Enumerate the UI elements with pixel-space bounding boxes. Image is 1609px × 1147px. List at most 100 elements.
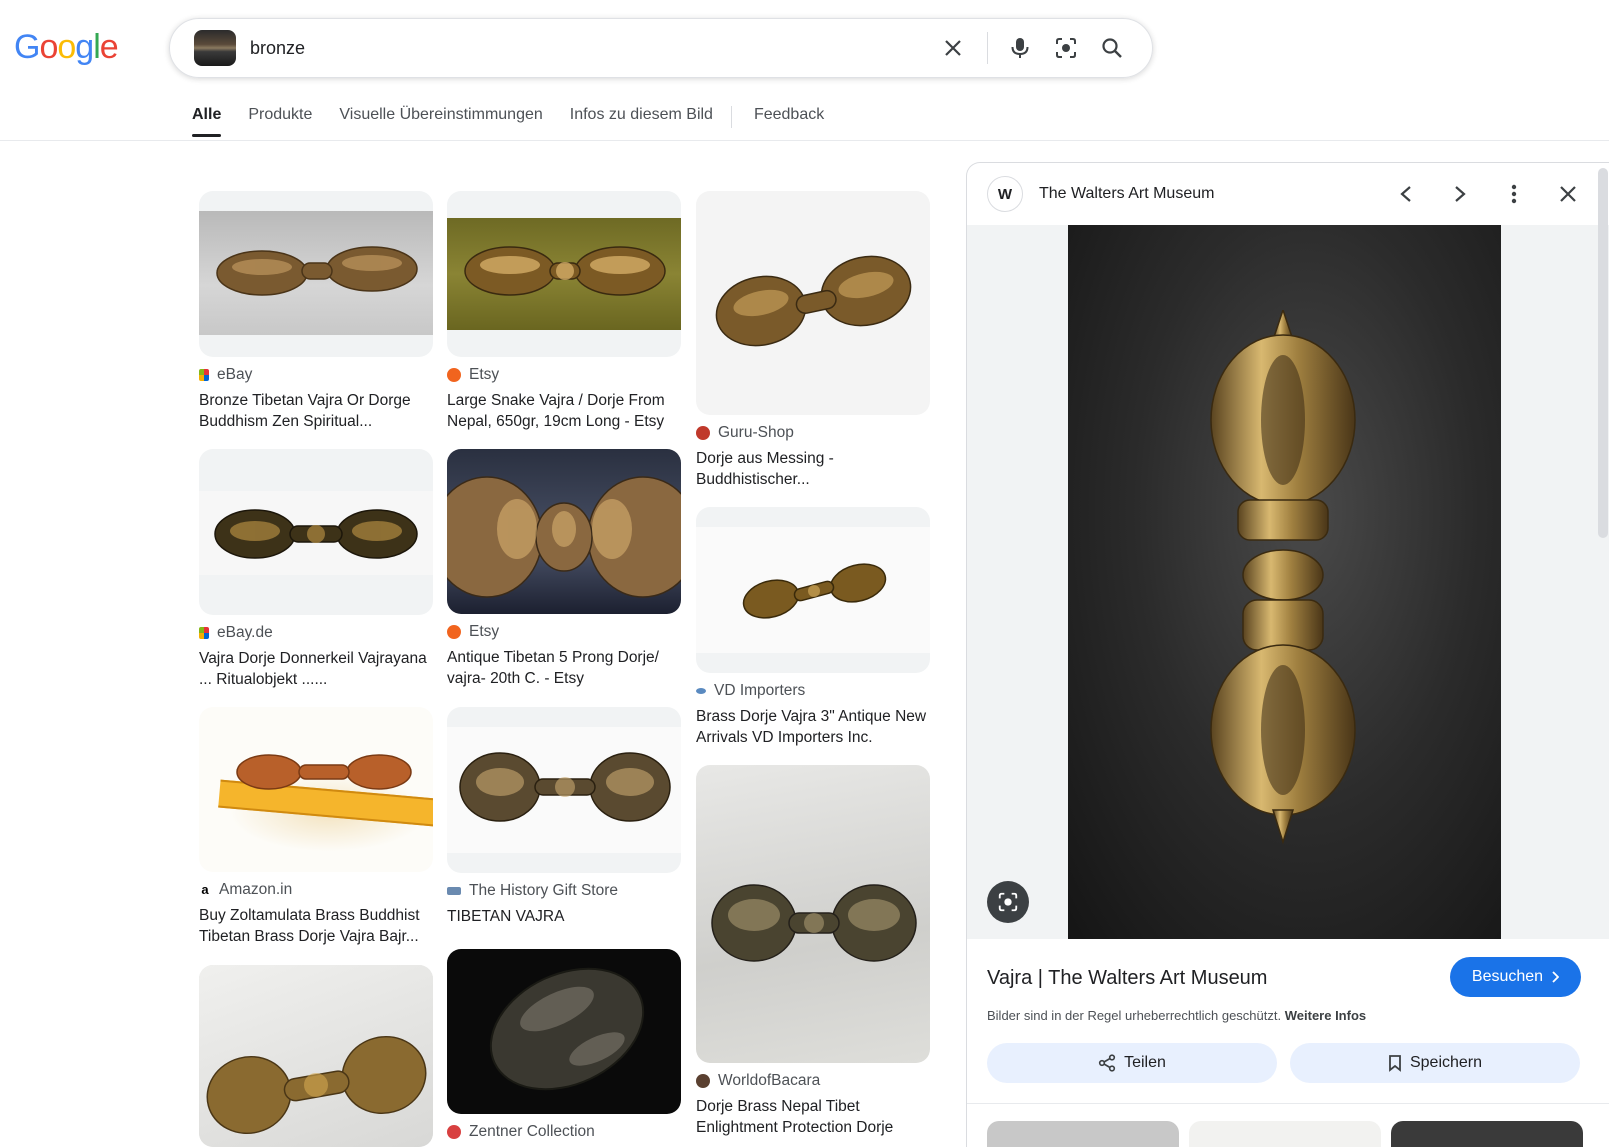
result-card[interactable]: Etsy Antique Tibetan 5 Prong Dorje/ vajr… (447, 449, 681, 689)
ebay-favicon (199, 627, 209, 639)
logo-letter: e (99, 28, 119, 66)
next-icon[interactable] (1433, 174, 1487, 214)
result-title[interactable]: Brass Dorje Vajra 3" Antique New Arrival… (696, 707, 930, 748)
logo-letter: o (39, 28, 58, 66)
preview-image[interactable] (1068, 225, 1501, 939)
divider (987, 32, 988, 64)
close-icon[interactable] (1541, 174, 1595, 214)
clear-icon[interactable] (931, 26, 975, 70)
tab-feedback[interactable]: Feedback (754, 106, 824, 137)
result-source[interactable]: Etsy (469, 623, 499, 641)
vd-importers-favicon (696, 688, 706, 694)
result-image[interactable] (199, 707, 433, 872)
related-thumbnail[interactable] (1391, 1121, 1583, 1147)
tab-about-image[interactable]: Infos zu diesem Bild (570, 106, 713, 137)
logo-letter: g (75, 28, 94, 66)
result-card[interactable]: eBay Bronze Tibetan Vajra Or Dorge Buddh… (199, 191, 433, 432)
result-image[interactable] (199, 965, 433, 1147)
tab-visual-matches[interactable]: Visuelle Übereinstimmungen (339, 106, 542, 137)
search-tabs: Alle Produkte Visuelle Übereinstimmungen… (192, 106, 851, 137)
visit-button[interactable]: Besuchen (1450, 957, 1581, 997)
ebay-favicon (199, 369, 209, 381)
result-source[interactable]: eBay (217, 366, 252, 384)
result-title[interactable]: TIBETAN VAJRA (447, 907, 681, 928)
tab-all[interactable]: Alle (192, 106, 222, 137)
result-source[interactable]: Etsy (469, 366, 499, 384)
site-favicon: W (987, 176, 1023, 212)
lens-camera-icon[interactable] (1044, 26, 1088, 70)
google-logo[interactable]: Google (14, 28, 119, 67)
result-card[interactable]: a Amazon.in Buy Zoltamulata Brass Buddhis… (199, 707, 433, 947)
result-image[interactable] (447, 707, 681, 873)
copyright-text: Bilder sind in der Regel urheberrechtlic… (987, 1008, 1282, 1023)
search-input[interactable]: bronze (250, 38, 931, 59)
divider (967, 1103, 1609, 1104)
result-title[interactable]: Antique Tibetan 5 Prong Dorje/ vajra- 20… (447, 648, 681, 689)
image-preview-panel: W The Walters Art Museum Vajra | The Wal… (966, 162, 1609, 1147)
logo-letter: o (57, 28, 76, 66)
result-image[interactable] (199, 449, 433, 615)
etsy-favicon (447, 625, 461, 639)
result-title[interactable]: Vajra Dorje Donnerkeil Vajrayana ... Rit… (199, 649, 433, 690)
result-source[interactable]: The History Gift Store (469, 882, 618, 900)
result-card[interactable]: The History Gift Store TIBETAN VAJRA (447, 707, 681, 928)
result-image[interactable] (696, 191, 930, 415)
share-icon (1098, 1054, 1116, 1072)
divider (730, 106, 732, 128)
header-divider (0, 140, 1609, 141)
result-source[interactable]: VD Importers (714, 682, 805, 700)
tab-products[interactable]: Produkte (248, 106, 312, 137)
result-title[interactable]: Dorje Brass Nepal Tibet Enlightment Prot… (696, 1097, 930, 1138)
preview-title[interactable]: Vajra | The Walters Art Museum (987, 967, 1267, 990)
more-info-link[interactable]: Weitere Infos (1285, 1008, 1366, 1023)
result-card[interactable]: Etsy Large Snake Vajra / Dorje From Nepa… (447, 191, 681, 432)
guru-shop-favicon (696, 426, 710, 440)
microphone-icon[interactable] (998, 26, 1042, 70)
zentner-favicon (447, 1125, 461, 1139)
scrollbar[interactable] (1598, 168, 1608, 538)
result-title[interactable]: Buy Zoltamulata Brass Buddhist Tibetan B… (199, 906, 433, 947)
result-card[interactable]: Zentner Collection (447, 949, 681, 1142)
worldofbacara-favicon (696, 1074, 710, 1088)
share-button[interactable]: Teilen (987, 1043, 1277, 1083)
result-title[interactable]: Bronze Tibetan Vajra Or Dorge Buddhism Z… (199, 391, 433, 432)
result-image[interactable] (696, 507, 930, 673)
copyright-notice: Bilder sind in der Regel urheberrechtlic… (987, 1008, 1366, 1023)
result-card[interactable]: Guru-Shop Dorje aus Messing - Buddhistis… (696, 191, 930, 490)
save-button[interactable]: Speichern (1290, 1043, 1580, 1083)
result-image[interactable] (696, 765, 930, 1063)
result-card[interactable]: WorldofBacara Dorje Brass Nepal Tibet En… (696, 765, 930, 1138)
result-source[interactable]: Zentner Collection (469, 1123, 595, 1141)
etsy-favicon (447, 368, 461, 382)
bookmark-icon (1389, 1055, 1401, 1072)
share-label: Teilen (1124, 1054, 1166, 1071)
result-card[interactable] (199, 965, 433, 1147)
related-thumbnail[interactable] (1189, 1121, 1381, 1147)
save-label: Speichern (1409, 1054, 1483, 1071)
lens-search-icon[interactable] (987, 881, 1029, 923)
result-card[interactable]: VD Importers Brass Dorje Vajra 3" Antiqu… (696, 507, 930, 748)
result-source[interactable]: eBay.de (217, 624, 273, 642)
result-card[interactable]: eBay.de Vajra Dorje Donnerkeil Vajrayana… (199, 449, 433, 690)
result-image[interactable] (447, 949, 681, 1114)
chevron-right-icon (1552, 971, 1560, 983)
result-source[interactable]: Guru-Shop (718, 424, 794, 442)
search-box[interactable]: bronze (169, 18, 1153, 78)
result-source[interactable]: WorldofBacara (718, 1072, 820, 1090)
result-image[interactable] (199, 191, 433, 357)
previous-icon[interactable] (1379, 174, 1433, 214)
amazon-favicon: a (199, 883, 211, 897)
result-title[interactable]: Large Snake Vajra / Dorje From Nepal, 65… (447, 391, 681, 432)
result-source[interactable]: Amazon.in (219, 881, 292, 899)
more-options-icon[interactable] (1487, 174, 1541, 214)
result-title[interactable]: Dorje aus Messing - Buddhistischer... (696, 449, 930, 490)
history-gift-store-favicon (447, 887, 461, 895)
search-icon[interactable] (1090, 26, 1134, 70)
result-image[interactable] (447, 191, 681, 357)
site-name[interactable]: The Walters Art Museum (1039, 185, 1379, 203)
visit-label: Besuchen (1471, 968, 1544, 985)
related-thumbnail[interactable] (987, 1121, 1179, 1147)
logo-letter: G (14, 28, 40, 66)
result-image[interactable] (447, 449, 681, 614)
query-image-thumbnail[interactable] (194, 30, 236, 66)
